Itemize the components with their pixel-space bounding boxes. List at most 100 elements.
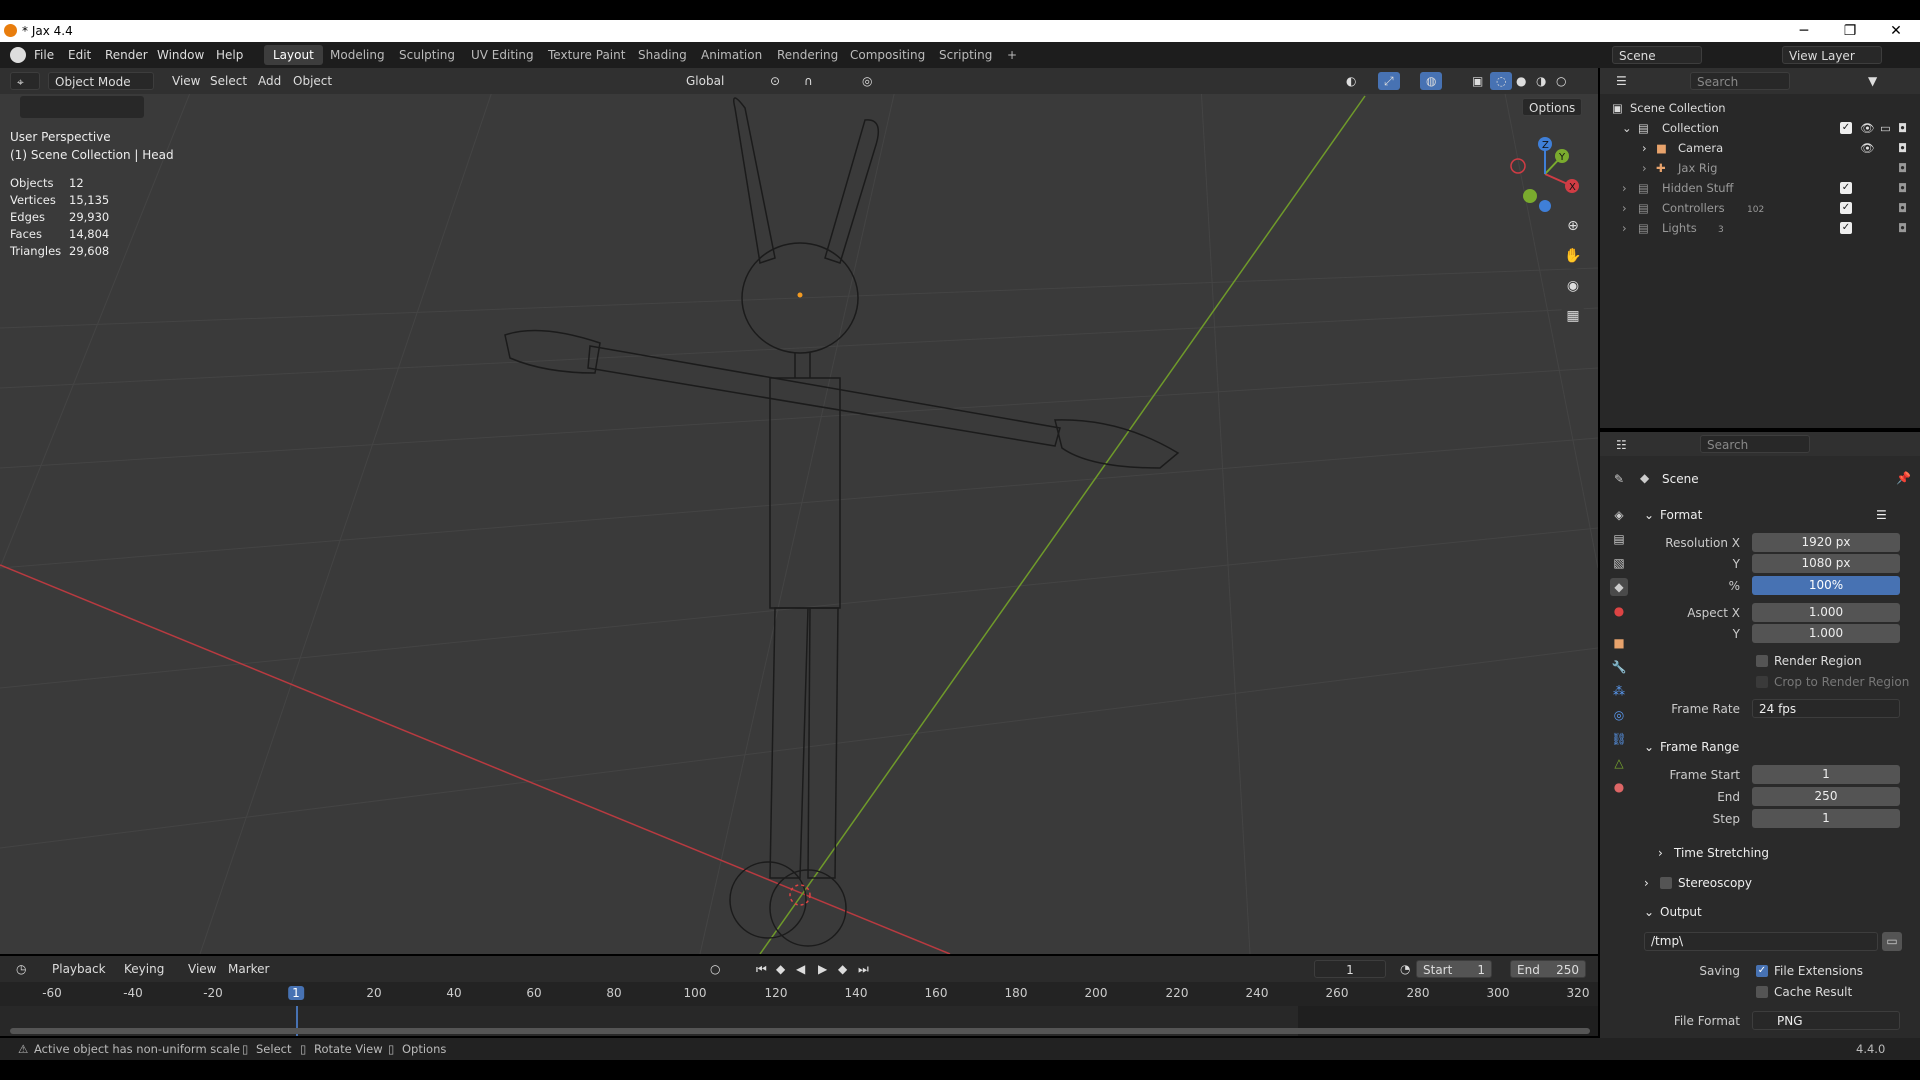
properties-editor-icon[interactable]: ☷ bbox=[1610, 436, 1633, 454]
auto-keying-icon[interactable]: ○ bbox=[704, 960, 726, 978]
tab-layout[interactable]: Layout bbox=[264, 45, 323, 65]
output-section-header[interactable]: ⌄ Output bbox=[1640, 901, 1912, 923]
outliner-row-hidden-stuff[interactable]: › ▤ Hidden Stuff ✓ ◘ bbox=[1600, 178, 1920, 198]
menu-window[interactable]: Window bbox=[157, 48, 204, 62]
tab-texture-paint[interactable]: Texture Paint bbox=[539, 45, 634, 65]
viewport-menu-add[interactable]: Add bbox=[252, 72, 287, 90]
current-frame-indicator[interactable]: 1 bbox=[288, 986, 304, 1000]
preview-range-icon[interactable]: ◔ bbox=[1394, 960, 1416, 978]
maximize-button[interactable]: ❐ bbox=[1830, 21, 1870, 41]
frame-start-field[interactable]: 1 bbox=[1752, 765, 1900, 784]
frame-step-field[interactable]: 1 bbox=[1752, 809, 1900, 828]
menu-file[interactable]: File bbox=[34, 48, 54, 62]
snap-magnet-icon[interactable]: ∩ bbox=[798, 72, 819, 90]
proportional-edit-icon[interactable]: ◎ bbox=[856, 72, 878, 90]
outliner-row-jax-rig[interactable]: › ✚ Jax Rig ◘ bbox=[1600, 158, 1920, 178]
hidden-stuff-checkbox[interactable]: ✓ bbox=[1840, 182, 1852, 194]
cache-result-row[interactable]: Cache Result bbox=[1600, 981, 1920, 1003]
close-button[interactable]: ✕ bbox=[1876, 21, 1916, 41]
zoom-icon[interactable]: ⊕ bbox=[1560, 213, 1586, 239]
render-camera-icon[interactable]: ◘ bbox=[1898, 221, 1907, 235]
timeline-body[interactable] bbox=[0, 1006, 1598, 1036]
xray-toggle-icon[interactable]: ▣ bbox=[1466, 72, 1489, 90]
render-camera-icon[interactable]: ◘ bbox=[1898, 141, 1907, 155]
outliner-row-controllers[interactable]: › ▤ Controllers 102 ✓ ◘ bbox=[1600, 198, 1920, 218]
scene-selector[interactable]: Scene bbox=[1612, 46, 1702, 64]
timeline-ruler[interactable]: -60 -40 -20 1 20 40 60 80 100 120 140 16… bbox=[0, 982, 1598, 1006]
play-reverse-icon[interactable]: ◀ bbox=[790, 960, 811, 978]
frame-range-section-header[interactable]: ⌄ Frame Range bbox=[1640, 736, 1912, 758]
presets-list-icon[interactable]: ☰ bbox=[1876, 508, 1887, 522]
tab-compositing[interactable]: Compositing bbox=[841, 45, 934, 65]
eye-icon[interactable]: 👁 bbox=[1860, 121, 1875, 135]
camera-view-icon[interactable]: ◉ bbox=[1560, 273, 1586, 299]
render-tab-icon[interactable]: ◈ bbox=[1610, 506, 1628, 524]
render-camera-icon[interactable]: ◘ bbox=[1898, 161, 1907, 175]
tab-shading[interactable]: Shading bbox=[629, 45, 696, 65]
current-frame-field[interactable]: 1 bbox=[1314, 960, 1386, 978]
render-region-row[interactable]: Render Region bbox=[1600, 650, 1920, 672]
outliner-row-scene-collection[interactable]: ▣ Scene Collection bbox=[1600, 98, 1920, 118]
outliner-row-lights[interactable]: › ▤ Lights 3 ✓ ◘ bbox=[1600, 218, 1920, 238]
viewport-options-button[interactable]: Options bbox=[1522, 98, 1583, 116]
object-mode-dropdown[interactable]: Object Mode bbox=[48, 72, 154, 90]
viewport-menu-view[interactable]: View bbox=[166, 72, 206, 90]
outliner-search-input[interactable]: Search bbox=[1690, 72, 1790, 90]
timeline-start-field[interactable]: Start 1 bbox=[1416, 960, 1492, 978]
frame-rate-dropdown[interactable]: 24 fps bbox=[1752, 699, 1900, 718]
perspective-toggle-icon[interactable]: ▦ bbox=[1560, 303, 1586, 329]
crop-region-checkbox[interactable] bbox=[1756, 676, 1768, 688]
timeline-menu-keying[interactable]: Keying bbox=[118, 960, 170, 978]
eye-icon[interactable]: 👁 bbox=[1860, 141, 1875, 155]
timeline-menu-view[interactable]: View bbox=[182, 960, 222, 978]
output-path-input[interactable]: /tmp\ bbox=[1644, 932, 1878, 951]
pin-icon[interactable]: 📌 bbox=[1896, 471, 1911, 485]
collection-exclude-checkbox[interactable]: ✓ bbox=[1840, 122, 1852, 134]
outliner-row-collection[interactable]: ⌄ ▤ Collection ✓ 👁 ▭ ◘ bbox=[1600, 118, 1920, 138]
tool-tab-icon[interactable]: ✎ bbox=[1610, 470, 1628, 488]
transform-orientation-dropdown[interactable]: Global bbox=[680, 72, 730, 90]
crop-region-row[interactable]: Crop to Render Region bbox=[1600, 671, 1920, 693]
jump-keyframe-forward-icon[interactable]: ◆ bbox=[832, 960, 853, 978]
tab-rendering[interactable]: Rendering bbox=[768, 45, 847, 65]
timeline-menu-playback[interactable]: Playback bbox=[46, 960, 112, 978]
editor-type-icon[interactable]: ⌖ bbox=[10, 72, 40, 90]
format-section-header[interactable]: ⌄ Format ☰ bbox=[1640, 504, 1912, 526]
constraints-tab-icon[interactable]: ⛓ bbox=[1610, 730, 1628, 748]
properties-search-input[interactable]: Search bbox=[1700, 435, 1810, 453]
resolution-percent-slider[interactable]: 100% bbox=[1752, 576, 1900, 595]
cache-result-checkbox[interactable] bbox=[1756, 986, 1768, 998]
outliner-editor-icon[interactable]: ☰ bbox=[1610, 72, 1633, 90]
blender-menu-icon[interactable] bbox=[10, 47, 26, 63]
tab-animation[interactable]: Animation bbox=[692, 45, 771, 65]
viewport-menu-select[interactable]: Select bbox=[204, 72, 253, 90]
monitor-icon[interactable]: ▭ bbox=[1880, 121, 1891, 135]
visibility-icon[interactable]: ◐ bbox=[1340, 72, 1362, 90]
gizmo-toggle-icon[interactable]: ⤢ bbox=[1378, 72, 1400, 90]
resolution-x-field[interactable]: 1920 px bbox=[1752, 533, 1900, 552]
viewport-menu-object[interactable]: Object bbox=[287, 72, 338, 90]
file-format-dropdown[interactable]: PNG bbox=[1752, 1011, 1900, 1030]
navigation-gizmo[interactable]: X Y Z bbox=[1500, 136, 1590, 216]
file-extensions-checkbox[interactable]: ✓ bbox=[1756, 965, 1768, 977]
3d-viewport[interactable]: User Perspective (1) Scene Collection | … bbox=[0, 68, 1598, 954]
jump-keyframe-back-icon[interactable]: ◆ bbox=[770, 960, 791, 978]
render-camera-icon[interactable]: ◘ bbox=[1898, 181, 1907, 195]
outliner-row-camera[interactable]: › ■ Camera 👁 ◘ bbox=[1600, 138, 1920, 158]
overlays-toggle-icon[interactable]: ◍ bbox=[1420, 72, 1443, 90]
aspect-y-field[interactable]: 1.000 bbox=[1752, 624, 1900, 643]
controllers-checkbox[interactable]: ✓ bbox=[1840, 202, 1852, 214]
resolution-y-field[interactable]: 1080 px bbox=[1752, 554, 1900, 573]
frame-end-field[interactable]: 250 bbox=[1752, 787, 1900, 806]
timeline-scrollbar[interactable] bbox=[10, 1028, 1590, 1034]
render-camera-icon[interactable]: ◘ bbox=[1898, 121, 1907, 135]
shading-rendered-icon[interactable]: ○ bbox=[1550, 72, 1572, 90]
lights-checkbox[interactable]: ✓ bbox=[1840, 222, 1852, 234]
view-layer-selector[interactable]: View Layer bbox=[1782, 46, 1882, 64]
folder-icon[interactable]: ▭ bbox=[1882, 932, 1902, 951]
tab-scripting[interactable]: Scripting bbox=[930, 45, 1001, 65]
play-icon[interactable]: ▶ bbox=[812, 960, 833, 978]
minimize-button[interactable]: ─ bbox=[1784, 21, 1824, 41]
add-workspace-button[interactable]: + bbox=[998, 45, 1026, 65]
jump-end-icon[interactable]: ⏭ bbox=[852, 960, 875, 978]
